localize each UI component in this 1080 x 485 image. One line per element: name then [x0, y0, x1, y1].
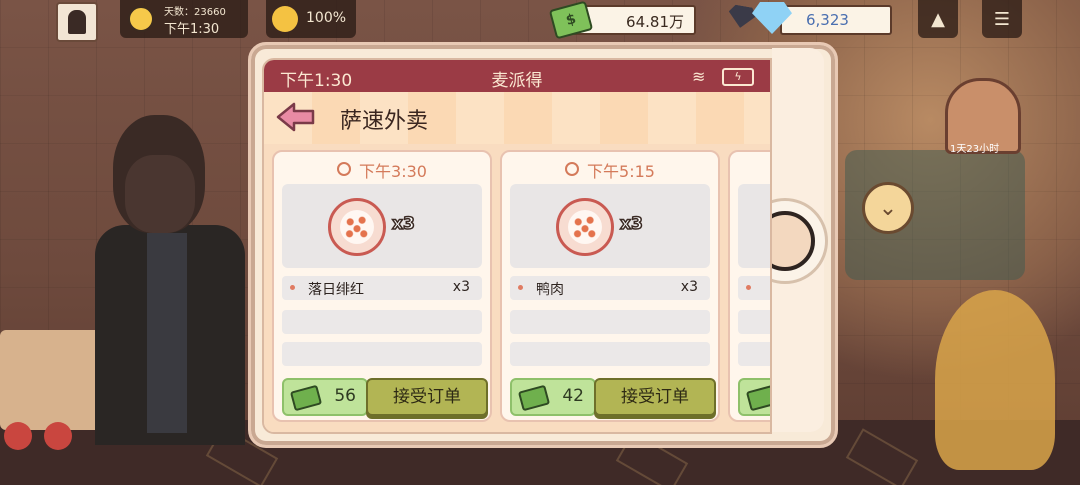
customer-character[interactable]: [95, 115, 245, 445]
reward-badge: 56: [282, 378, 368, 416]
satisfaction-panel[interactable]: 100%: [266, 0, 356, 38]
dish-row: 落日绯红 x3: [282, 276, 482, 300]
order-card-partial: [728, 150, 770, 422]
dish-row: [738, 276, 770, 300]
apple-icon: [44, 422, 72, 450]
dish-name: 鸭肉: [536, 282, 564, 298]
empty-row: [738, 310, 770, 334]
empty-row: [510, 310, 710, 334]
accept-order-button[interactable]: 接受订单: [366, 378, 488, 416]
phone-status-bar: 麦派得 下午1:30 ≋ ϟ: [264, 60, 770, 92]
apple-icon: [4, 422, 32, 450]
app-title: 萨速外卖: [340, 109, 429, 134]
order-card: 下午3:30 x3 落日绯红 x3 56 接受订单: [272, 150, 492, 422]
dish-count: x3: [452, 279, 470, 295]
money-icon: [745, 384, 770, 412]
dish-row: 鸭肉 x3: [510, 276, 710, 300]
money-icon: [517, 384, 551, 412]
chevron-down-icon[interactable]: ⌄: [862, 182, 914, 234]
accept-order-button[interactable]: 接受订单: [594, 378, 716, 416]
reward-badge: 42: [510, 378, 596, 416]
satisfaction-value: 100%: [306, 10, 347, 26]
menu-icon[interactable]: ☰: [982, 0, 1022, 38]
item-quantity: x3: [619, 213, 643, 235]
empty-row: [282, 310, 482, 334]
player-avatar[interactable]: [56, 2, 98, 42]
gem-counter[interactable]: 6,323: [780, 5, 892, 35]
gem-value: 6,323: [806, 11, 849, 29]
empty-row: [510, 342, 710, 366]
reward-badge: [738, 378, 770, 416]
item-quantity: x3: [391, 213, 415, 235]
time-panel[interactable]: 天数：23660 下午1:30: [120, 0, 248, 38]
money-icon: [289, 384, 323, 412]
pizza-icon: [556, 198, 614, 256]
reward-value: 42: [562, 386, 584, 406]
order-card: 下午5:15 x3 鸭肉 x3 42 接受订单: [500, 150, 720, 422]
empty-row: [282, 342, 482, 366]
status-time: 下午1:30: [280, 71, 353, 91]
wifi-icon: ≋: [692, 67, 706, 86]
order-item-box: x3: [510, 184, 710, 268]
floor-pattern: [845, 428, 919, 485]
delivery-time: 下午3:30: [274, 158, 490, 182]
battery-icon: ϟ: [722, 68, 754, 86]
hud-time: 下午1:30: [164, 22, 220, 37]
pizza-icon: [328, 198, 386, 256]
cash-value: 64.81万: [626, 13, 684, 31]
dish-name: 落日绯红: [308, 282, 364, 298]
clock-icon: [565, 162, 580, 176]
order-item-box: [738, 184, 770, 268]
delivery-time: 下午5:15: [502, 158, 718, 182]
chevron-up-icon[interactable]: ▲: [918, 0, 958, 38]
reward-value: 56: [334, 386, 356, 406]
day-counter: 天数：23660: [164, 7, 226, 18]
clock-icon: [337, 162, 352, 176]
clock-icon: [128, 6, 154, 32]
app-header: 萨速外卖: [264, 92, 770, 144]
smiley-icon: [272, 6, 298, 32]
back-arrow-icon[interactable]: [276, 102, 316, 132]
golden-statue: [935, 290, 1055, 470]
empty-row: [738, 342, 770, 366]
order-list[interactable]: 下午3:30 x3 落日绯红 x3 56 接受订单 下午5:15 x3 鸭肉 x…: [264, 144, 770, 432]
phone-screen: 麦派得 下午1:30 ≋ ϟ 萨速外卖 下午3:30 x3 落日绯红 x3 56…: [262, 58, 772, 434]
dish-count: x3: [680, 279, 698, 295]
oven-timer: 1天23小时: [950, 144, 1000, 155]
order-item-box: x3: [282, 184, 482, 268]
